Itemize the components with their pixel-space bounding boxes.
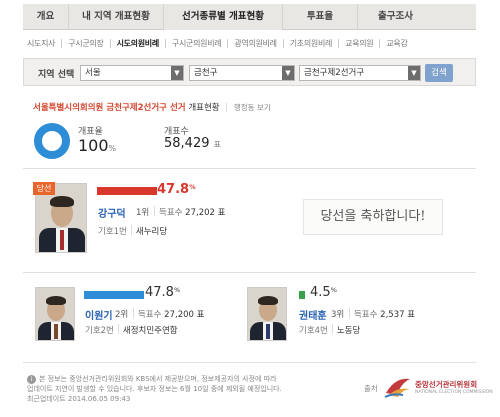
divider: | xyxy=(225,103,229,113)
subnav-item-district-council[interactable]: 구시군의원비례 xyxy=(166,38,229,48)
candidate-party-winner: 기호1번 새누리당 xyxy=(98,225,168,237)
divider xyxy=(23,168,476,169)
candidate-votes-2: 득표수 27,200 표 xyxy=(138,310,205,320)
candidate-votes-winner: 득표수 27,202 표 xyxy=(159,208,226,218)
election-title: 서울특별시의회의원 금천구제2선거구 선거 xyxy=(33,103,186,113)
subnav-item-superintendent[interactable]: 교육감 xyxy=(380,39,413,48)
vote-count-value: 58,429 표 xyxy=(164,136,222,151)
elected-badge: 당선 xyxy=(33,182,55,195)
region-search-bar: 지역 선택 서울 ▼ 금천구 ▼ 금천구제2선거구 ▼ 검색 xyxy=(23,58,476,86)
subnav-item-metro-council[interactable]: 시도의원비례 xyxy=(111,38,166,48)
subnav-item-governor[interactable]: 시도지사 xyxy=(23,38,63,48)
province-select[interactable]: 서울 ▼ xyxy=(80,65,184,81)
vote-share-percent-2: 47.8% xyxy=(145,285,181,300)
tab-overview[interactable]: 개요 xyxy=(23,4,69,30)
search-button[interactable]: 검색 xyxy=(425,64,453,82)
divider xyxy=(349,308,350,318)
subnav-item-education-council[interactable]: 교육의원 xyxy=(339,38,381,48)
vote-share-percent-3: 4.5% xyxy=(310,285,337,300)
count-rate-value: 100% xyxy=(78,136,117,155)
election-type-subnav: 시도지사 구시군의장 시도의원비례 구시군의원비례 광역의원비례 기초의원비례 … xyxy=(23,34,476,52)
vote-share-bar-2 xyxy=(84,291,144,299)
footer-line-2: 업데이트 지연이 발생할 수 있습니다. 후보자 정보는 6월 10일 중에 제… xyxy=(27,385,282,393)
footer-notice: i본 정보는 중앙선거관리위원회와 KBS에서 제공받으며, 정보제공자의 사정… xyxy=(27,374,312,404)
subnav-item-metro-proportional[interactable]: 광역의원비례 xyxy=(228,38,284,48)
main-tab-bar: 개요 내 지역 개표현황 선거종류별 개표현황 투표율 출구조사 xyxy=(23,4,476,30)
district-select-value: 금천구 xyxy=(194,68,218,78)
info-icon: i xyxy=(27,375,36,384)
candidate-votes-3: 득표수 2,537 표 xyxy=(354,310,416,320)
tab-exit-poll[interactable]: 출구조사 xyxy=(358,4,433,30)
footer-line-1: 본 정보는 중앙선거관리위원회와 KBS에서 제공받으며, 정보제공자의 사정에… xyxy=(39,375,277,383)
subnav-item-district-head[interactable]: 구시군의장 xyxy=(62,38,111,48)
tab-my-region[interactable]: 내 지역 개표현황 xyxy=(69,4,164,30)
candidate-photo-2 xyxy=(35,287,75,341)
admin-dong-view-link[interactable]: 행정동 보기 xyxy=(234,103,271,112)
chevron-down-icon: ▼ xyxy=(282,66,294,80)
divider xyxy=(133,308,134,318)
divider xyxy=(154,206,155,216)
nec-logo-icon xyxy=(384,378,410,398)
vote-share-bar-winner xyxy=(97,187,157,195)
subnav-item-basic-proportional[interactable]: 기초의원비례 xyxy=(284,38,340,48)
constituency-select-value: 금천구제2선거구 xyxy=(304,68,365,78)
candidate-name-winner[interactable]: 강구덕 xyxy=(98,205,126,220)
candidate-party-3: 기호4번 노동당 xyxy=(299,324,361,336)
source-label: 출처 xyxy=(364,384,378,393)
congratulations-banner: 당선을 축하합니다! xyxy=(303,199,443,235)
province-select-value: 서울 xyxy=(85,68,101,78)
candidate-rank-3: 3위 xyxy=(331,310,345,320)
nec-org-name-en: NATIONAL ELECTION COMMISSION xyxy=(415,390,493,395)
candidate-name-3[interactable]: 권태훈 xyxy=(299,307,327,322)
constituency-select[interactable]: 금천구제2선거구 ▼ xyxy=(299,65,421,81)
district-select[interactable]: 금천구 ▼ xyxy=(189,65,295,81)
tab-by-election-type[interactable]: 선거종류별 개표현황 xyxy=(164,4,283,30)
chevron-down-icon: ▼ xyxy=(408,66,420,80)
candidate-name-2[interactable]: 이원기 xyxy=(85,307,113,322)
tab-turnout[interactable]: 투표율 xyxy=(283,4,358,30)
page-title: 서울특별시의회의원 금천구제2선거구 선거 개표현황 | 행정동 보기 xyxy=(33,101,271,113)
candidate-rank-2: 2위 xyxy=(115,310,129,320)
last-updated: 최근업데이트 2014.06.05 09:43 xyxy=(27,395,131,403)
vote-share-bar-3 xyxy=(299,291,305,299)
vote-share-percent-winner: 47.8% xyxy=(157,182,196,197)
election-title-suffix: 개표현황 xyxy=(188,103,220,113)
candidate-party-2: 기호2번 새정치민주연합 xyxy=(85,324,178,336)
candidate-rank-winner: 1위 xyxy=(136,208,150,218)
count-rate-donut-icon xyxy=(34,123,70,159)
divider xyxy=(23,272,476,273)
candidate-photo-3 xyxy=(247,287,287,341)
nec-org-name: 중앙선거관리위원회 xyxy=(415,380,478,389)
divider xyxy=(23,362,476,363)
chevron-down-icon: ▼ xyxy=(171,66,183,80)
region-select-label: 지역 선택 xyxy=(38,70,75,80)
